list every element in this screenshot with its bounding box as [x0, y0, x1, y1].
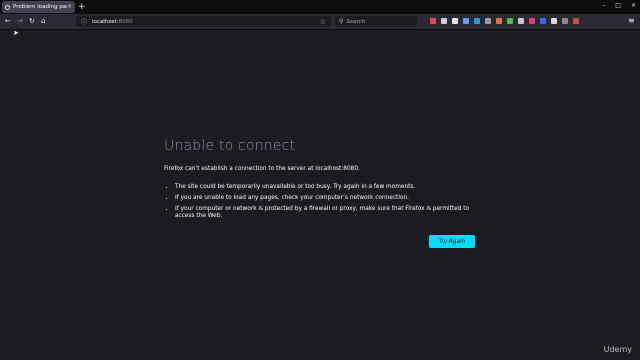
maximize-icon[interactable]: □	[615, 2, 621, 9]
error-suggestions: The site could be temporarily unavailabl…	[164, 184, 482, 220]
udemy-logo: Udemy	[603, 345, 632, 354]
tab-problem-loading[interactable]: Problem loading page ×	[2, 1, 75, 13]
tab-strip: Problem loading page × + – □ ×	[0, 0, 640, 14]
pocket-icon[interactable]	[430, 18, 436, 24]
error-title: Unable to connect	[164, 138, 296, 154]
extension-icon[interactable]	[463, 18, 469, 24]
info-icon[interactable]: ⓘ	[81, 17, 87, 26]
bookmark-star-icon[interactable]: ☆	[320, 18, 326, 26]
list-item: If you are unable to load any pages, che…	[175, 195, 482, 202]
close-tab-icon[interactable]: ×	[67, 4, 72, 10]
extension-icon[interactable]	[518, 18, 524, 24]
extension-icon[interactable]	[452, 18, 458, 24]
tab-title: Problem loading page	[13, 4, 67, 10]
extension-icon[interactable]	[496, 18, 502, 24]
hamburger-menu-icon[interactable]: ≡	[628, 16, 635, 25]
extension-icon[interactable]	[540, 18, 546, 24]
forward-icon[interactable]: →	[17, 17, 23, 26]
list-item: If your computer or network is protected…	[175, 206, 482, 220]
extension-icon[interactable]	[507, 18, 513, 24]
reload-icon[interactable]: ↻	[29, 17, 35, 26]
extension-icon[interactable]	[573, 18, 579, 24]
extension-icon[interactable]	[562, 18, 568, 24]
extension-icon[interactable]	[529, 18, 535, 24]
search-bar[interactable]: ⚲	[335, 16, 417, 27]
extension-icon[interactable]	[474, 18, 480, 24]
url-port: :8080	[116, 18, 133, 25]
downloads-icon[interactable]	[441, 18, 447, 24]
extension-toolbar	[430, 18, 579, 24]
minimize-icon[interactable]: –	[602, 2, 605, 9]
new-tab-button[interactable]: +	[78, 1, 86, 13]
address-bar[interactable]: ⓘ localhost :8080 ☆	[76, 16, 331, 27]
error-page: Unable to connect Firefox can’t establis…	[164, 138, 482, 248]
back-icon[interactable]: ←	[5, 17, 11, 26]
try-again-button[interactable]: Try Again	[429, 235, 475, 248]
window-controls: – □ ×	[602, 2, 636, 9]
mouse-cursor-icon: ➤	[13, 29, 19, 37]
search-icon: ⚲	[339, 18, 344, 25]
navigation-toolbar: ← → ↻ ⌂ ⓘ localhost :8080 ☆ ⚲ ≡	[0, 14, 640, 30]
home-icon[interactable]: ⌂	[41, 17, 45, 26]
warning-icon	[5, 4, 10, 10]
extension-icon[interactable]	[551, 18, 557, 24]
error-description: Firefox can’t establish a connection to …	[164, 166, 360, 172]
list-item: The site could be temporarily unavailabl…	[175, 184, 482, 191]
url-host: localhost	[92, 18, 117, 25]
search-input[interactable]	[346, 18, 412, 25]
close-window-icon[interactable]: ×	[631, 2, 636, 9]
extension-icon[interactable]	[485, 18, 491, 24]
